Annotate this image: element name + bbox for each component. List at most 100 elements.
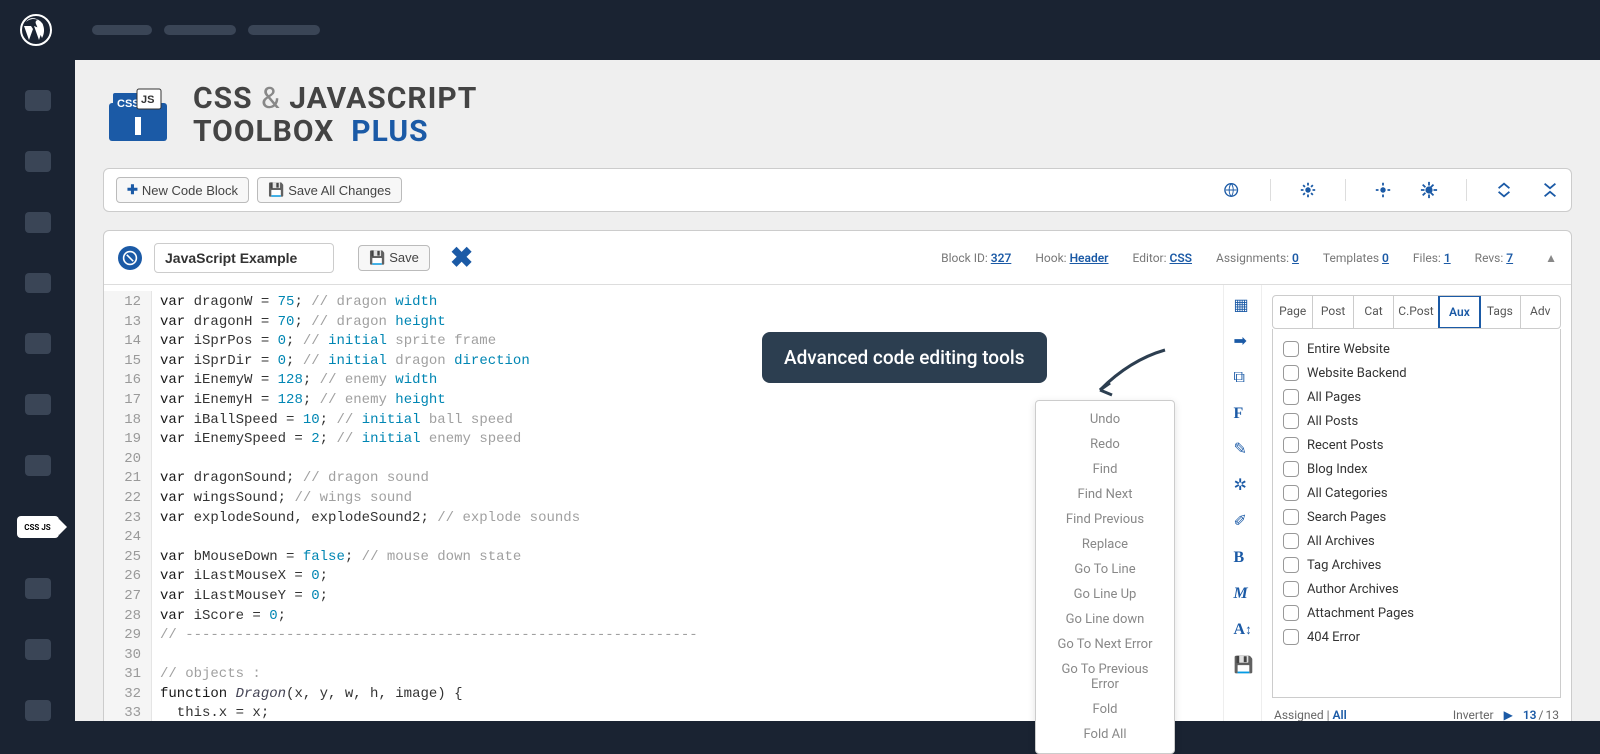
aux-item: Search Pages: [1283, 505, 1550, 529]
templates-link[interactable]: 0: [1382, 251, 1389, 265]
context-item[interactable]: Find Next: [1036, 482, 1174, 507]
aux-checkbox[interactable]: [1283, 413, 1299, 429]
wp-bar-placeholders: [92, 25, 320, 35]
sidebar-item[interactable]: [25, 578, 51, 599]
collapse-icon[interactable]: [1541, 181, 1559, 199]
layout-icon[interactable]: ▦: [1234, 295, 1252, 313]
block-id-link[interactable]: 327: [991, 251, 1012, 265]
app-header: CSSJS CSS & JAVASCRIPT TOOLBOX PLUS: [103, 82, 1572, 148]
context-item[interactable]: Go Line down: [1036, 607, 1174, 632]
hook-link[interactable]: Header: [1070, 251, 1109, 265]
assign-footer: Assigned | All Inverter ▶ 13 / 13: [1272, 698, 1561, 721]
save-block-button[interactable]: 💾 Save: [358, 245, 430, 271]
aux-checkbox[interactable]: [1283, 605, 1299, 621]
sidebar-item[interactable]: [25, 455, 51, 476]
context-item[interactable]: Go To Previous Error: [1036, 657, 1174, 697]
app-logo-icon: CSSJS: [103, 85, 173, 145]
save-icon: 💾: [268, 182, 284, 198]
brush-icon[interactable]: ✐: [1234, 511, 1252, 529]
sidebar-item[interactable]: [25, 333, 51, 354]
aux-item: Entire Website: [1283, 337, 1550, 361]
globe-icon[interactable]: [1224, 181, 1242, 199]
edit-icon[interactable]: ✎: [1234, 439, 1252, 457]
sidebar-item-cjt-active[interactable]: CSS JS: [17, 516, 59, 538]
block-status-icon[interactable]: [118, 246, 142, 270]
aux-item: Tag Archives: [1283, 553, 1550, 577]
play-icon[interactable]: ▶: [1504, 708, 1513, 721]
editor-link[interactable]: CSS: [1170, 251, 1193, 265]
aux-label: All Posts: [1307, 414, 1358, 429]
code-block: 💾 Save ✖ Block ID: 327 Hook: Header Edit…: [103, 230, 1572, 721]
font-size-icon[interactable]: A↕: [1234, 619, 1252, 637]
aux-item: Author Archives: [1283, 577, 1550, 601]
aux-checkbox[interactable]: [1283, 629, 1299, 645]
tab-adv[interactable]: Adv: [1521, 296, 1560, 328]
aux-label: Website Backend: [1307, 366, 1407, 381]
aux-checkbox[interactable]: [1283, 485, 1299, 501]
aux-checkbox[interactable]: [1283, 581, 1299, 597]
gear-icon[interactable]: [1299, 181, 1317, 199]
aux-checkbox[interactable]: [1283, 389, 1299, 405]
tab-cpost[interactable]: C.Post: [1394, 296, 1438, 328]
expand-icon[interactable]: [1495, 181, 1513, 199]
sidebar-item[interactable]: [25, 212, 51, 233]
sidebar-item[interactable]: [25, 700, 51, 721]
aux-item: Attachment Pages: [1283, 601, 1550, 625]
gear-large-icon[interactable]: [1420, 181, 1438, 199]
sidebar-item[interactable]: [25, 151, 51, 172]
files-link[interactable]: 1: [1444, 251, 1451, 265]
aux-item: All Posts: [1283, 409, 1550, 433]
context-item[interactable]: Go To Next Error: [1036, 632, 1174, 657]
collapse-block-icon[interactable]: ▲: [1545, 251, 1557, 265]
copy-icon[interactable]: ⧉: [1234, 367, 1252, 385]
aux-item: Recent Posts: [1283, 433, 1550, 457]
new-code-block-button[interactable]: ✚ New Code Block: [116, 177, 249, 203]
save-icon[interactable]: 💾: [1234, 655, 1252, 673]
context-item[interactable]: Undo: [1036, 407, 1174, 432]
aux-label: All Pages: [1307, 390, 1361, 405]
gear-icon[interactable]: ✲: [1234, 475, 1252, 493]
aux-checkbox[interactable]: [1283, 365, 1299, 381]
context-item[interactable]: Find Previous: [1036, 507, 1174, 532]
context-item[interactable]: Replace: [1036, 532, 1174, 557]
aux-checkbox[interactable]: [1283, 509, 1299, 525]
arrow-right-icon[interactable]: ➡: [1234, 331, 1252, 349]
sidebar-item[interactable]: [25, 273, 51, 294]
aux-checkbox[interactable]: [1283, 341, 1299, 357]
tab-post[interactable]: Post: [1313, 296, 1353, 328]
assigned-all-link[interactable]: All: [1333, 708, 1347, 721]
close-icon[interactable]: ✖: [450, 241, 473, 274]
font-icon[interactable]: F: [1234, 403, 1252, 421]
tab-page[interactable]: Page: [1273, 296, 1313, 328]
assignments-link[interactable]: 0: [1292, 251, 1299, 265]
context-item[interactable]: Fold: [1036, 697, 1174, 722]
aux-checkbox[interactable]: [1283, 461, 1299, 477]
aux-item: Website Backend: [1283, 361, 1550, 385]
tab-aux[interactable]: Aux: [1438, 295, 1481, 329]
sidebar-item[interactable]: [25, 639, 51, 660]
aux-checkbox[interactable]: [1283, 557, 1299, 573]
aux-label: 404 Error: [1307, 630, 1360, 645]
context-item[interactable]: Go To Line: [1036, 557, 1174, 582]
bold-icon[interactable]: B: [1234, 547, 1252, 565]
save-all-button[interactable]: 💾 Save All Changes: [257, 177, 402, 203]
aux-checkbox[interactable]: [1283, 437, 1299, 453]
context-menu: UndoRedoFindFind NextFind PreviousReplac…: [1035, 400, 1175, 754]
context-item[interactable]: Find: [1036, 457, 1174, 482]
wordpress-logo-icon[interactable]: [20, 14, 52, 46]
context-item[interactable]: Go Line Up: [1036, 582, 1174, 607]
aux-label: Blog Index: [1307, 462, 1368, 477]
plus-icon: ✚: [127, 182, 138, 198]
aux-checkbox[interactable]: [1283, 533, 1299, 549]
wp-sidebar: CSS JS: [0, 60, 75, 721]
sidebar-item[interactable]: [25, 90, 51, 111]
revs-link[interactable]: 7: [1506, 251, 1513, 265]
tab-cat[interactable]: Cat: [1354, 296, 1394, 328]
tab-tags[interactable]: Tags: [1480, 296, 1520, 328]
context-item[interactable]: Fold All: [1036, 722, 1174, 747]
context-item[interactable]: Redo: [1036, 432, 1174, 457]
gear-icon[interactable]: [1374, 181, 1392, 199]
block-title-input[interactable]: [154, 243, 334, 273]
m-icon[interactable]: M: [1234, 583, 1252, 601]
sidebar-item[interactable]: [25, 394, 51, 415]
